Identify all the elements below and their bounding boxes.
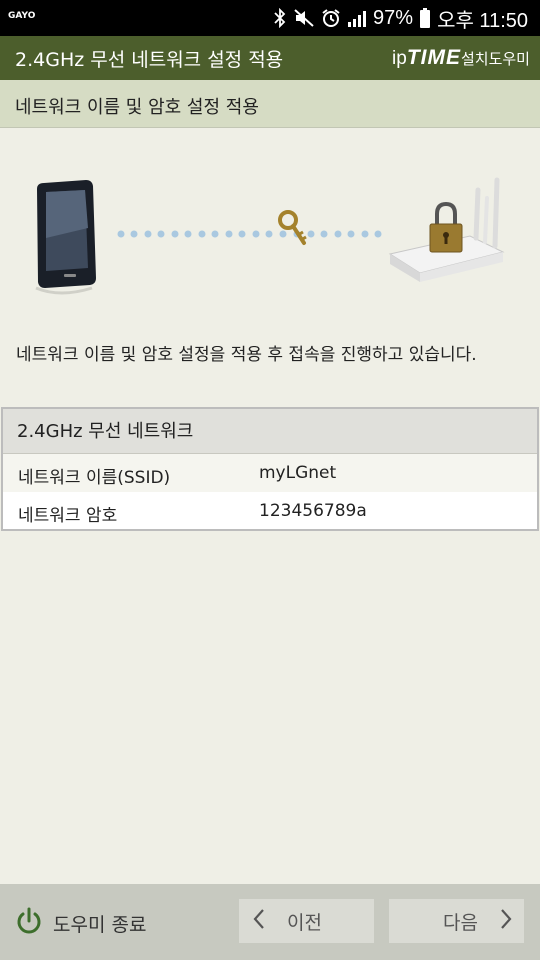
signal-icon	[347, 9, 367, 27]
exit-wizard-button[interactable]: 도우미 종료	[15, 906, 146, 941]
next-button[interactable]: 다음	[389, 899, 524, 943]
table-row: 네트워크 이름(SSID) myLGnet	[3, 454, 537, 492]
carrier-label: GAYO	[8, 11, 36, 21]
brand-time: TIME	[406, 46, 461, 69]
bluetooth-icon	[273, 8, 287, 28]
next-label: 다음	[443, 911, 478, 934]
title-bar: 2.4GHz 무선 네트워크 설정 적용 ip TIME 설치도우미	[0, 36, 540, 80]
network-card-header: 2.4GHz 무선 네트워크	[3, 409, 537, 454]
battery-percent: 97%	[373, 6, 414, 29]
mute-icon	[293, 8, 315, 28]
password-label: 네트워크 암호	[18, 506, 118, 526]
password-value: 123456789a	[259, 501, 367, 521]
brand-wizard: 설치도우미	[460, 50, 530, 68]
connection-dots	[117, 230, 382, 238]
alarm-icon	[321, 8, 341, 28]
phone-icon	[35, 180, 96, 295]
ssid-label: 네트워크 이름(SSID)	[18, 468, 171, 488]
prev-label: 이전	[287, 911, 322, 934]
network-info-card: 2.4GHz 무선 네트워크 네트워크 이름(SSID) myLGnet 네트워…	[1, 407, 539, 531]
brand-logo: ip TIME 설치도우미	[392, 46, 530, 70]
brand-ip: ip	[392, 48, 407, 69]
power-icon	[15, 906, 43, 941]
lock-icon	[429, 201, 463, 253]
clock: 오후 11:50	[437, 9, 528, 32]
footer-bar: 도우미 종료 이전 다음	[0, 884, 540, 960]
battery-icon	[419, 8, 431, 28]
exit-label: 도우미 종료	[53, 914, 147, 936]
status-description: 네트워크 이름 및 암호 설정을 적용 후 접속을 진행하고 있습니다.	[16, 345, 477, 365]
ssid-value: myLGnet	[259, 463, 337, 483]
key-icon	[278, 210, 307, 245]
prev-button[interactable]: 이전	[239, 899, 374, 943]
chevron-right-icon	[500, 908, 512, 935]
status-icons: 97% 오후 11:50	[273, 0, 528, 36]
connection-illustration	[0, 128, 540, 308]
page-title: 2.4GHz 무선 네트워크 설정 적용	[15, 49, 284, 71]
table-row: 네트워크 암호 123456789a	[3, 492, 537, 530]
section-header: 네트워크 이름 및 암호 설정 적용	[0, 80, 540, 128]
section-title: 네트워크 이름 및 암호 설정 적용	[15, 97, 259, 118]
chevron-left-icon	[253, 908, 265, 935]
status-bar: GAYO 97% 오후 11:50	[0, 0, 540, 36]
